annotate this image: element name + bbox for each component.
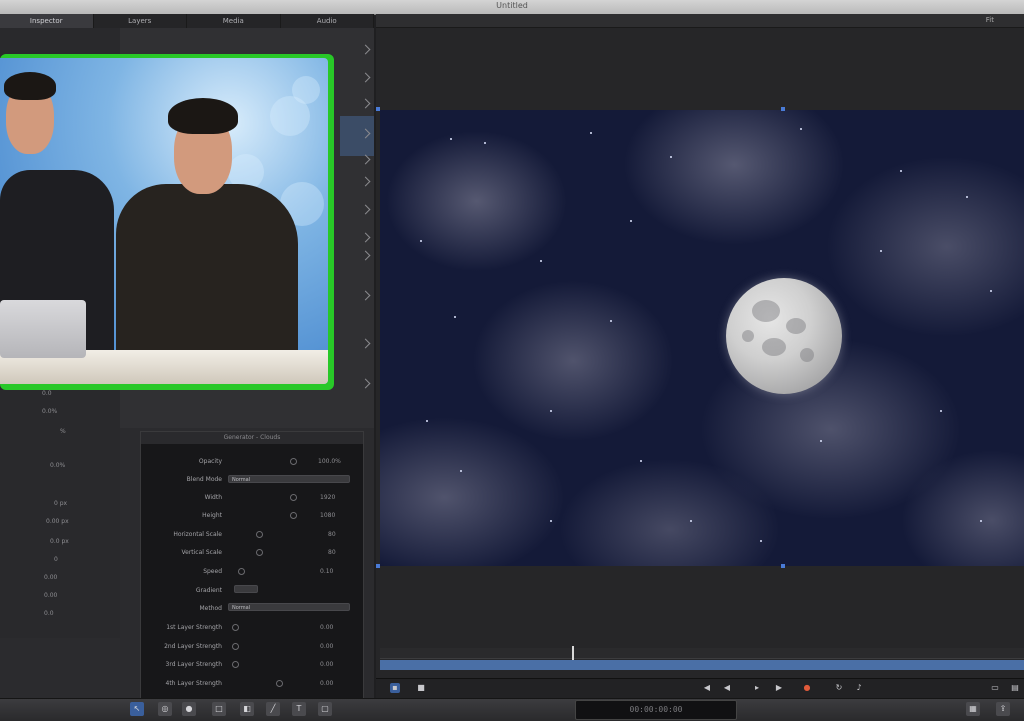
param-value[interactable]: 0.00 <box>44 574 57 581</box>
prop-label: Width <box>204 494 222 501</box>
select-tool-icon[interactable]: ↖ <box>130 702 144 716</box>
layers-toggle-icon[interactable]: ▪ <box>390 683 400 693</box>
prop-label: Horizontal Scale <box>173 531 222 538</box>
audio-icon[interactable]: ♪ <box>854 683 864 693</box>
timecode-display[interactable]: 00:00:00:00 <box>575 700 737 720</box>
selected-layer-row[interactable] <box>340 116 374 156</box>
param-value[interactable]: 0 px <box>54 500 67 507</box>
shape-tool-icon[interactable]: □ <box>212 702 226 716</box>
edge-handle[interactable] <box>781 564 785 568</box>
canvas-viewer[interactable] <box>380 110 1024 566</box>
zoom-menu[interactable]: Fit <box>986 16 994 24</box>
paint-tool-icon[interactable]: ╱ <box>266 702 280 716</box>
method-dropdown[interactable]: Normal <box>228 603 350 611</box>
prop-label: 2nd Layer Strength <box>164 643 222 650</box>
param-value[interactable]: 0.0% <box>42 408 57 415</box>
param-value[interactable]: 0.0 <box>42 390 52 397</box>
gradient-dropdown[interactable] <box>234 585 258 593</box>
title-bar: Untitled <box>0 0 1024 15</box>
prop-label: Opacity <box>198 458 222 465</box>
laptop <box>0 300 86 358</box>
tab-layers[interactable]: Layers <box>94 14 187 28</box>
mini-timeline-icon[interactable]: ▭ <box>990 683 1000 693</box>
prop-label: 1st Layer Strength <box>166 624 222 631</box>
stop-icon[interactable]: ■ <box>416 683 426 693</box>
param-value[interactable]: 0 <box>54 556 58 563</box>
text-tool-icon[interactable]: T <box>292 702 306 716</box>
corner-handle[interactable] <box>376 107 380 111</box>
param-value[interactable]: 0.0 px <box>50 538 69 545</box>
tab-audio[interactable]: Audio <box>281 14 374 28</box>
view-options-icon[interactable]: ▢ <box>318 702 332 716</box>
prop-value[interactable]: 0.00 <box>320 624 333 631</box>
keyframe-icon[interactable] <box>290 458 297 465</box>
prop-value[interactable]: 0.00 <box>320 680 333 687</box>
loop-icon[interactable]: ↻ <box>834 683 844 693</box>
video-preview <box>0 58 328 384</box>
keyframe-icon[interactable] <box>276 680 283 687</box>
param-value[interactable]: 0.00 px <box>46 518 69 525</box>
window-title: Untitled <box>496 1 528 10</box>
prop-label: Gradient <box>195 587 222 594</box>
prop-label: Vertical Scale <box>181 549 222 556</box>
keyframe-icon[interactable] <box>232 624 239 631</box>
inspector-tabs: Inspector Layers Media Audio <box>0 14 374 28</box>
prop-label: 3rd Layer Strength <box>165 661 222 668</box>
record-icon[interactable]: ● <box>802 683 812 693</box>
keyframe-icon[interactable] <box>256 531 263 538</box>
play-icon[interactable]: ▶ <box>774 683 784 693</box>
prop-label: Speed <box>203 568 222 575</box>
keyframe-icon[interactable] <box>290 494 297 501</box>
canvas-toolbar <box>376 14 1024 28</box>
transport-bar <box>376 678 1024 699</box>
layout-icon[interactable]: ▤ <box>1010 683 1020 693</box>
prop-value[interactable]: 100.0% <box>318 458 341 465</box>
prop-value[interactable]: 1920 <box>320 494 335 501</box>
pan-tool-icon[interactable]: ● <box>182 702 196 716</box>
timeline-play-range[interactable] <box>380 660 1024 670</box>
blend-mode-dropdown[interactable]: Normal <box>228 475 350 483</box>
prop-label: Method <box>199 605 222 612</box>
panel-title: Generator - Clouds <box>141 432 363 444</box>
edge-handle[interactable] <box>781 107 785 111</box>
corner-handle[interactable] <box>376 564 380 568</box>
mask-tool-icon[interactable]: ◧ <box>240 702 254 716</box>
bottom-toolbar <box>0 698 1024 721</box>
timeline-ruler[interactable] <box>380 648 1024 659</box>
prop-value[interactable]: 80 <box>328 531 336 538</box>
prop-label: 4th Layer Strength <box>165 680 222 687</box>
prop-value[interactable]: 80 <box>328 549 336 556</box>
keyframe-icon[interactable] <box>238 568 245 575</box>
prop-label: Blend Mode <box>186 476 222 483</box>
prop-label: Height <box>202 512 222 519</box>
library-icon[interactable]: ▦ <box>966 702 980 716</box>
prop-value[interactable]: 0.10 <box>320 568 333 575</box>
param-value[interactable]: 0.0 <box>44 610 54 617</box>
param-value[interactable]: 0.0% <box>50 462 65 469</box>
tab-inspector[interactable]: Inspector <box>0 14 94 28</box>
orbit-tool-icon[interactable]: ◎ <box>158 702 172 716</box>
tab-media[interactable]: Media <box>187 14 281 28</box>
moon <box>726 278 842 394</box>
param-value[interactable]: 0.00 <box>44 592 57 599</box>
keyframe-icon[interactable] <box>256 549 263 556</box>
step-back-icon[interactable]: ◀ <box>722 683 732 693</box>
step-forward-icon[interactable]: ▸ <box>752 683 762 693</box>
prop-value[interactable]: 1080 <box>320 512 335 519</box>
param-value[interactable]: % <box>60 428 66 435</box>
keyframe-icon[interactable] <box>232 661 239 668</box>
export-icon[interactable]: ⇪ <box>996 702 1010 716</box>
playhead[interactable] <box>572 646 574 660</box>
keyframe-icon[interactable] <box>290 512 297 519</box>
prop-value[interactable]: 0.00 <box>320 661 333 668</box>
prop-value[interactable]: 0.00 <box>320 643 333 650</box>
rewind-icon[interactable]: ◀ <box>702 683 712 693</box>
generator-properties-panel: Generator - Clouds <box>140 431 364 699</box>
keyframe-icon[interactable] <box>232 643 239 650</box>
